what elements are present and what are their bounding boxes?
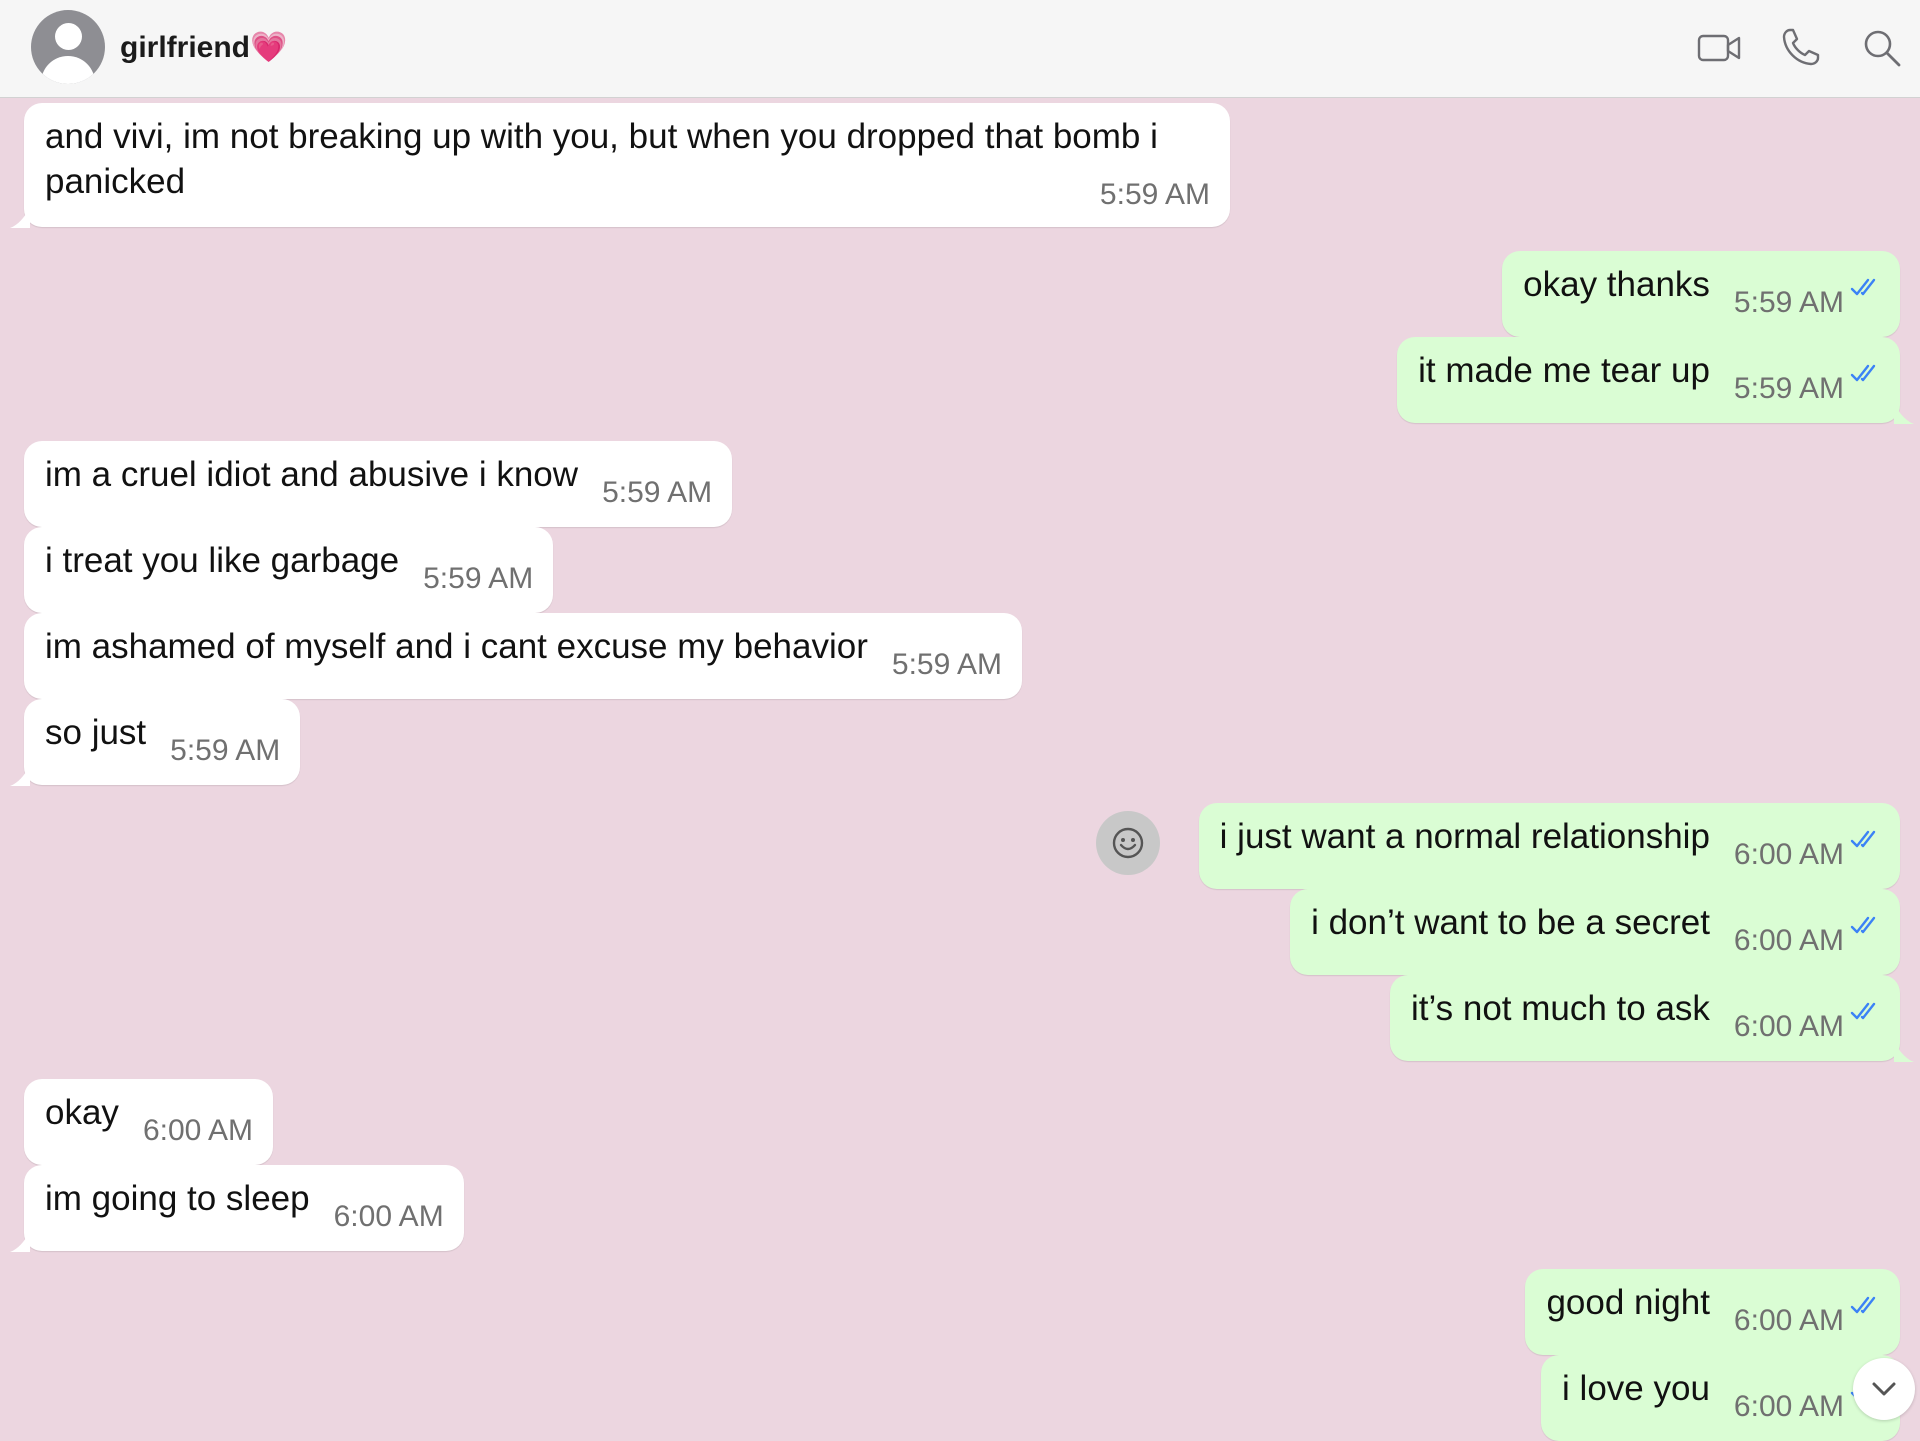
message-time: 6:00 AM: [1733, 838, 1844, 871]
message-text: so just: [45, 713, 147, 752]
contact-name[interactable]: girlfriend💗: [120, 30, 287, 65]
message-time: 5:59 AM: [1733, 372, 1844, 405]
message-text: im a cruel idiot and abusive i know: [45, 455, 579, 494]
double-check-icon: [1850, 1282, 1880, 1314]
message-text: im ashamed of myself and i cant excuse m…: [45, 627, 868, 666]
video-call-icon[interactable]: [1695, 24, 1743, 72]
smiley-face-icon: [1112, 827, 1144, 859]
bubble-tail: [10, 766, 30, 786]
message-time: 5:59 AM: [891, 648, 1002, 681]
contact-name-text: girlfriend: [120, 31, 251, 64]
incoming-message[interactable]: okay 6:00 AM: [24, 1079, 274, 1165]
double-check-icon: [1850, 988, 1880, 1020]
bubble-tail: [1894, 1042, 1914, 1062]
message-text-line1: and vivi, im not breaking up with you, b…: [45, 117, 1158, 156]
message-time: 5:59 AM: [170, 734, 281, 767]
message-time: 5:59 AM: [602, 476, 713, 509]
message-time: 6:00 AM: [1733, 1390, 1844, 1423]
message-time: 6:00 AM: [1733, 1010, 1844, 1043]
outgoing-message[interactable]: good night 6:00 AM: [1525, 1269, 1900, 1355]
double-check-icon: [1850, 264, 1880, 296]
message-time: 6:00 AM: [1733, 924, 1844, 957]
double-check-icon: [1850, 816, 1880, 848]
outgoing-message[interactable]: it’s not much to ask 6:00 AM: [1389, 975, 1914, 1062]
message-text: it’s not much to ask: [1410, 989, 1710, 1028]
outgoing-message[interactable]: i don’t want to be a secret 6:00 AM: [1290, 889, 1900, 975]
incoming-message[interactable]: and vivi, im not breaking up with you, b…: [10, 103, 1230, 228]
phone-icon[interactable]: [1776, 24, 1824, 72]
chevron-down-icon: [1872, 1382, 1896, 1396]
message-time: 6:00 AM: [333, 1200, 444, 1233]
message-text: it made me tear up: [1418, 351, 1710, 390]
bubble-tail: [10, 1232, 30, 1252]
outgoing-message[interactable]: okay thanks 5:59 AM: [1502, 251, 1900, 337]
message-time: 5:59 AM: [1099, 178, 1210, 211]
outgoing-message[interactable]: i just want a normal relationship 6:00 AM: [1198, 803, 1900, 889]
message-text: i just want a normal relationship: [1219, 817, 1710, 856]
message-text: i treat you like garbage: [45, 541, 400, 580]
message-time: 5:59 AM: [1733, 286, 1844, 319]
message-time: 6:00 AM: [1733, 1304, 1844, 1337]
outgoing-message[interactable]: it made me tear up 5:59 AM: [1397, 337, 1914, 424]
outgoing-message[interactable]: i love you 6:00 AM: [1541, 1355, 1900, 1441]
heart-emoji: 💗: [250, 31, 288, 64]
message-text: good night: [1546, 1283, 1710, 1322]
message-text: im going to sleep: [45, 1179, 310, 1218]
contact-avatar[interactable]: [31, 10, 105, 84]
add-reaction-button[interactable]: [1096, 811, 1160, 875]
avatar-body: [41, 56, 95, 84]
double-check-icon: [1850, 350, 1880, 382]
incoming-message[interactable]: im a cruel idiot and abusive i know 5:59 …: [24, 441, 733, 527]
bubble-tail: [10, 208, 30, 228]
chat-header: girlfriend💗: [0, 0, 1920, 98]
message-time: 6:00 AM: [142, 1114, 254, 1147]
message-text: okay: [45, 1093, 119, 1132]
avatar-head: [55, 23, 82, 50]
double-check-icon: [1850, 902, 1880, 934]
search-icon[interactable]: [1858, 24, 1906, 72]
incoming-message[interactable]: so just 5:59 AM: [10, 699, 301, 786]
bubble-tail: [1894, 404, 1914, 424]
incoming-message[interactable]: i treat you like garbage 5:59 AM: [24, 527, 554, 613]
incoming-message[interactable]: im ashamed of myself and i cant excuse m…: [24, 613, 1022, 699]
message-text: okay thanks: [1523, 265, 1710, 304]
incoming-message[interactable]: im going to sleep 6:00 AM: [10, 1165, 464, 1252]
message-text: i love you: [1562, 1369, 1710, 1408]
message-time: 5:59 AM: [423, 562, 534, 595]
scroll-to-bottom-button[interactable]: [1853, 1358, 1915, 1420]
message-text: i don’t want to be a secret: [1311, 903, 1710, 942]
message-text-line2: panicked: [45, 162, 186, 201]
